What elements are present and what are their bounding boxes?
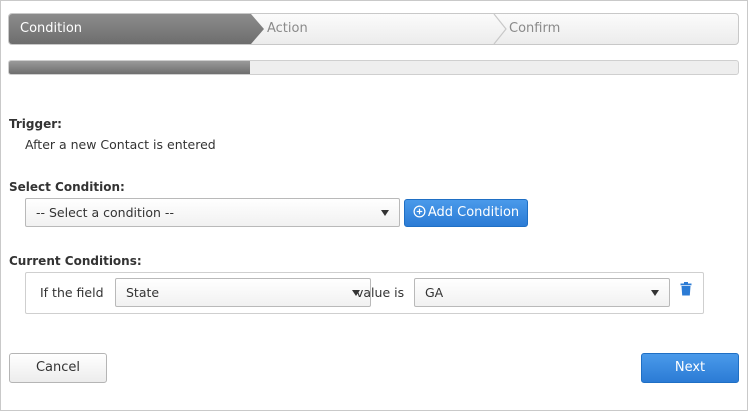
- chevron-down-icon: [381, 210, 389, 216]
- field-select[interactable]: State: [115, 278, 371, 307]
- progress-bar: [8, 60, 739, 75]
- wizard-step-label: Condition: [20, 21, 83, 36]
- trash-icon[interactable]: [680, 282, 692, 296]
- wizard-step-action[interactable]: Action: [267, 14, 308, 44]
- next-label: Next: [674, 360, 706, 375]
- condition-row: If the field State value is GA: [25, 272, 704, 314]
- current-conditions-heading: Current Conditions:: [9, 254, 142, 268]
- wizard-steps: Condition Action Confirm: [8, 13, 739, 45]
- progress-fill: [9, 61, 250, 74]
- condition-operator: value is: [356, 285, 405, 300]
- condition-prefix: If the field: [40, 285, 104, 300]
- value-select-value: GA: [425, 285, 444, 300]
- cancel-label: Cancel: [35, 360, 81, 375]
- trigger-heading: Trigger:: [9, 117, 62, 131]
- add-condition-button[interactable]: Add Condition: [404, 199, 528, 227]
- step-divider-icon: [493, 14, 507, 44]
- wizard-step-label: Action: [267, 21, 308, 36]
- select-condition-heading: Select Condition:: [9, 180, 125, 194]
- chevron-down-icon: [651, 290, 659, 296]
- wizard-step-label: Confirm: [509, 21, 561, 36]
- next-button[interactable]: Next: [641, 353, 739, 383]
- value-select[interactable]: GA: [414, 278, 670, 307]
- wizard-step-confirm[interactable]: Confirm: [509, 14, 560, 44]
- trigger-text: After a new Contact is entered: [25, 137, 216, 152]
- field-select-value: State: [126, 285, 160, 300]
- wizard-step-condition[interactable]: Condition: [9, 14, 264, 44]
- condition-select[interactable]: -- Select a condition --: [25, 198, 400, 227]
- condition-select-value: -- Select a condition --: [36, 205, 174, 220]
- add-condition-label: Add Condition: [427, 205, 520, 220]
- cancel-button[interactable]: Cancel: [9, 353, 107, 383]
- plus-circle-icon: [413, 205, 426, 218]
